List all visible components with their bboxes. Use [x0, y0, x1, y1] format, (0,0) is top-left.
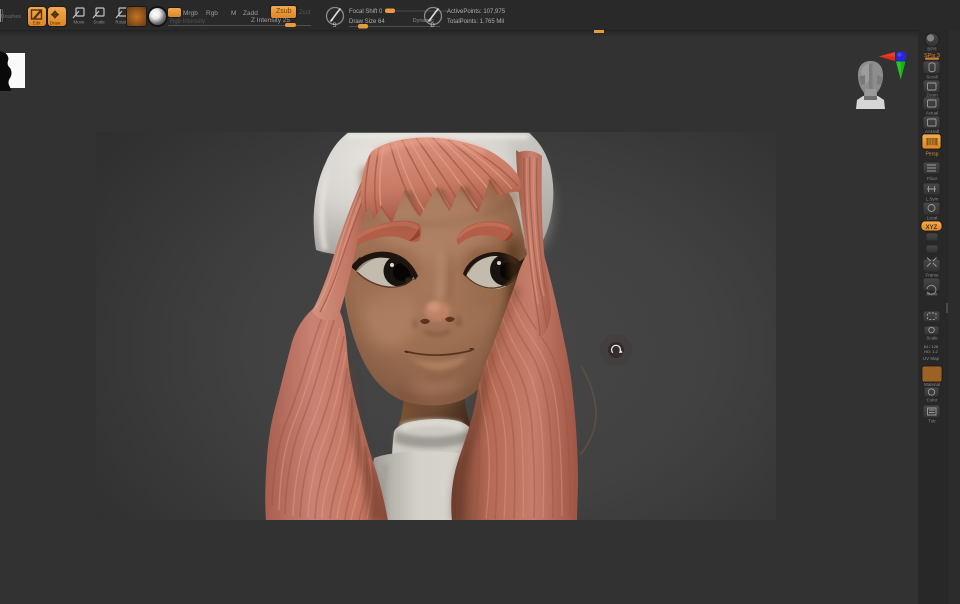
svg-text:L.Sym: L.Sym [926, 197, 939, 202]
svg-text:S: S [332, 23, 336, 29]
svg-text:Floor: Floor [927, 176, 938, 181]
svg-text:Scale: Scale [93, 20, 105, 25]
svg-text:Scale: Scale [926, 336, 938, 341]
svg-text:TotalPoints: 1.765 Mil: TotalPoints: 1.765 Mil [447, 19, 504, 25]
svg-text:Draw: Draw [50, 21, 61, 26]
svg-text:Scroll: Scroll [926, 75, 937, 80]
svg-text:Draw Size 64: Draw Size 64 [349, 19, 385, 25]
svg-text:Zoom: Zoom [926, 93, 938, 98]
svg-text:BPR: BPR [927, 47, 937, 52]
svg-text:Focal Shift 0: Focal Shift 0 [349, 9, 383, 15]
svg-text:Actual: Actual [926, 111, 939, 116]
svg-text:Move: Move [926, 292, 938, 297]
svg-text:Txtr: Txtr [928, 419, 936, 424]
svg-text:Color: Color [927, 398, 938, 403]
svg-text:HD: 1.2: HD: 1.2 [924, 349, 938, 354]
svg-text:AAHalf: AAHalf [925, 129, 940, 134]
svg-text:D: D [430, 23, 435, 29]
svg-text:Frame: Frame [925, 273, 938, 278]
svg-text:Material: Material [924, 382, 940, 387]
svg-text:Persp: Persp [925, 152, 938, 158]
svg-text:Edit: Edit [33, 21, 42, 26]
svg-text:Local: Local [927, 216, 938, 221]
svg-text:UV Map: UV Map [923, 356, 940, 361]
svg-text:XYZ: XYZ [926, 225, 938, 231]
svg-text:Move: Move [73, 20, 85, 25]
svg-text:ActivePoints: 107,975: ActivePoints: 107,975 [447, 9, 506, 15]
